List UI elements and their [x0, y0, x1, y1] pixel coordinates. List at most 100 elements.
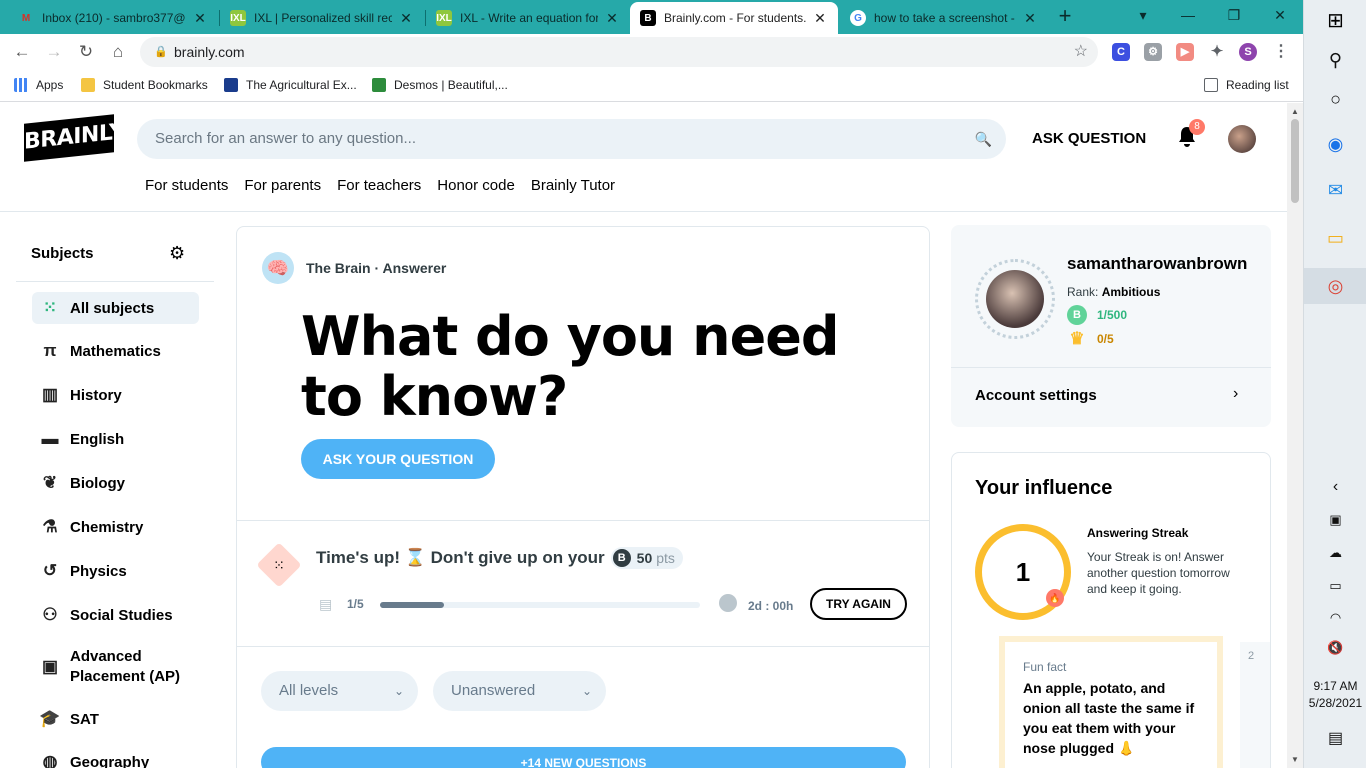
- chevron-left-icon[interactable]: ‹: [1304, 478, 1366, 496]
- clock[interactable]: 9:17 AM 5/28/2021: [1304, 678, 1366, 712]
- scrollbar-thumb[interactable]: [1291, 119, 1299, 203]
- tab-google[interactable]: G how to take a screenshot - ✕: [840, 2, 1048, 34]
- nav-brainly-tutor[interactable]: Brainly Tutor: [531, 177, 615, 194]
- divider: [237, 520, 929, 521]
- reload-button[interactable]: ↻: [74, 41, 98, 65]
- close-tab-icon[interactable]: ✕: [604, 10, 620, 27]
- tab-brainly[interactable]: B Brainly.com - For students. ✕: [630, 2, 838, 34]
- close-window-button[interactable]: ✕: [1257, 0, 1303, 32]
- divider: [16, 281, 214, 282]
- extensions-puzzle-icon[interactable]: ✦: [1208, 43, 1226, 61]
- search-icon[interactable]: ⚲: [1304, 50, 1366, 71]
- mail-icon[interactable]: ✉: [1304, 180, 1366, 201]
- windows-start-icon[interactable]: ⊞: [1304, 8, 1366, 33]
- ask-your-question-button[interactable]: ASK YOUR QUESTION: [301, 439, 495, 479]
- try-again-button[interactable]: TRY AGAIN: [810, 588, 907, 620]
- sidebar-item-english[interactable]: ▬ English: [32, 423, 199, 455]
- tab-search-button[interactable]: ▾: [1120, 0, 1166, 32]
- sidebar-item-geography[interactable]: ◍ Geography: [32, 746, 199, 768]
- tab-ixl-equation[interactable]: IXL IXL - Write an equation for ✕: [426, 2, 630, 34]
- chevron-right-icon[interactable]: ›: [1233, 385, 1238, 403]
- challenge-message: Time's up! ⌛ Don't give up on your B 50 …: [316, 547, 683, 569]
- edge-icon[interactable]: ◉: [1304, 134, 1366, 155]
- ask-question-button[interactable]: ASK QUESTION: [1032, 130, 1146, 147]
- meet-now-icon[interactable]: ▣: [1304, 512, 1366, 528]
- new-questions-button[interactable]: +14 NEW QUESTIONS: [261, 747, 906, 768]
- close-tab-icon[interactable]: ✕: [398, 10, 414, 27]
- subjects-heading: Subjects: [31, 245, 94, 262]
- close-tab-icon[interactable]: ✕: [192, 10, 208, 27]
- reading-list[interactable]: Reading list: [1204, 78, 1289, 92]
- document-icon: ▤: [319, 596, 333, 612]
- nav-for-students[interactable]: For students: [145, 177, 228, 194]
- maximize-button[interactable]: ❐: [1211, 0, 1257, 32]
- bookmarks-bar: Apps Student Bookmarks The Agricultural …: [0, 70, 1303, 102]
- rank-line: Rank: Ambitious: [1067, 285, 1161, 299]
- account-settings-link[interactable]: Account settings: [975, 387, 1097, 404]
- screen: M Inbox (210) - sambro377@ ✕ IXL IXL | P…: [0, 0, 1366, 768]
- nav-for-teachers[interactable]: For teachers: [337, 177, 421, 194]
- scroll-up-icon[interactable]: ▲: [1291, 107, 1299, 116]
- orbit-icon: ↺: [42, 561, 58, 580]
- address-bar[interactable]: 🔒 brainly.com ☆: [140, 37, 1098, 67]
- tab-gmail[interactable]: M Inbox (210) - sambro377@ ✕: [8, 2, 218, 34]
- cortana-icon[interactable]: ○: [1304, 89, 1366, 110]
- sidebar-item-chemistry[interactable]: ⚗ Chemistry: [32, 511, 199, 543]
- back-button[interactable]: ←: [10, 41, 34, 65]
- level-select[interactable]: All levels ⌄: [261, 671, 418, 711]
- site-favicon-icon: [224, 78, 238, 92]
- bookmark-desmos[interactable]: Desmos | Beautiful,...: [372, 78, 508, 92]
- page-scrollbar[interactable]: ▲ ▼: [1287, 103, 1303, 768]
- battery-icon[interactable]: ▭: [1304, 578, 1366, 594]
- bookmark-apps[interactable]: Apps: [14, 78, 63, 92]
- profile-avatar[interactable]: [975, 259, 1055, 339]
- bookmark-student-bookmarks[interactable]: Student Bookmarks: [81, 78, 208, 92]
- tab-ixl-skill[interactable]: IXL IXL | Personalized skill reco ✕: [220, 2, 424, 34]
- gear-icon[interactable]: ⚙: [169, 243, 185, 264]
- sidebar-item-social-studies[interactable]: ⚇ Social Studies: [32, 599, 199, 631]
- author-line: The Brain · Answerer: [306, 260, 447, 276]
- user-avatar[interactable]: [1228, 125, 1256, 153]
- chevron-down-icon: ⌄: [393, 684, 404, 698]
- status-select[interactable]: Unanswered ⌄: [433, 671, 606, 711]
- sidebar-item-all-subjects[interactable]: ⁙ All subjects: [32, 292, 199, 324]
- sidebar-item-history[interactable]: ▥ History: [32, 379, 199, 411]
- bookmark-star-icon[interactable]: ☆: [1074, 37, 1088, 67]
- close-tab-icon[interactable]: ✕: [812, 10, 828, 27]
- chrome-icon[interactable]: ◎: [1304, 268, 1366, 304]
- browser-menu-icon[interactable]: ⋮: [1272, 43, 1290, 61]
- username[interactable]: samantharowanbrown: [1067, 254, 1247, 274]
- leaf-icon: ❦: [42, 473, 58, 492]
- brainly-coin-icon: B: [612, 549, 631, 567]
- onedrive-icon[interactable]: ☁: [1304, 545, 1366, 561]
- action-center-icon[interactable]: ▤: [1304, 728, 1366, 748]
- profile-avatar-icon[interactable]: S: [1239, 43, 1257, 61]
- grid-icon: ⁙: [42, 298, 58, 317]
- nav-honor-code[interactable]: Honor code: [437, 177, 515, 194]
- minimize-button[interactable]: —: [1165, 0, 1211, 32]
- sidebar-item-mathematics[interactable]: π Mathematics: [32, 335, 199, 367]
- next-card[interactable]: 2: [1240, 642, 1270, 768]
- bookmark-agricultural[interactable]: The Agricultural Ex...: [224, 78, 357, 92]
- volume-muted-icon[interactable]: 🔇: [1304, 640, 1366, 656]
- search-icon[interactable]: 🔍: [975, 119, 992, 159]
- sidebar-item-physics[interactable]: ↺ Physics: [32, 555, 199, 587]
- wifi-icon[interactable]: ◠: [1304, 610, 1366, 626]
- dots-icon: ⁙: [273, 557, 285, 573]
- sidebar-item-biology[interactable]: ❦ Biology: [32, 467, 199, 499]
- ixl-icon: IXL: [230, 10, 246, 26]
- brainly-logo[interactable]: BRAINLY: [24, 114, 124, 162]
- sidebar-item-ap[interactable]: ▣ Advanced Placement (AP): [32, 645, 199, 689]
- new-tab-button[interactable]: +: [1052, 4, 1078, 30]
- file-explorer-icon[interactable]: ▭: [1304, 228, 1366, 249]
- sidebar-item-sat[interactable]: 🎓 SAT: [32, 703, 199, 735]
- extension-icon[interactable]: ⚙: [1144, 43, 1162, 61]
- screen-record-icon[interactable]: ▶: [1176, 43, 1194, 61]
- extension-c-icon[interactable]: C: [1112, 43, 1130, 61]
- scroll-down-icon[interactable]: ▼: [1291, 755, 1299, 764]
- search-input[interactable]: Search for an answer to any question... …: [137, 119, 1006, 159]
- forward-button[interactable]: →: [42, 41, 66, 65]
- nav-for-parents[interactable]: For parents: [244, 177, 321, 194]
- close-tab-icon[interactable]: ✕: [1022, 10, 1038, 27]
- home-button[interactable]: ⌂: [106, 41, 130, 65]
